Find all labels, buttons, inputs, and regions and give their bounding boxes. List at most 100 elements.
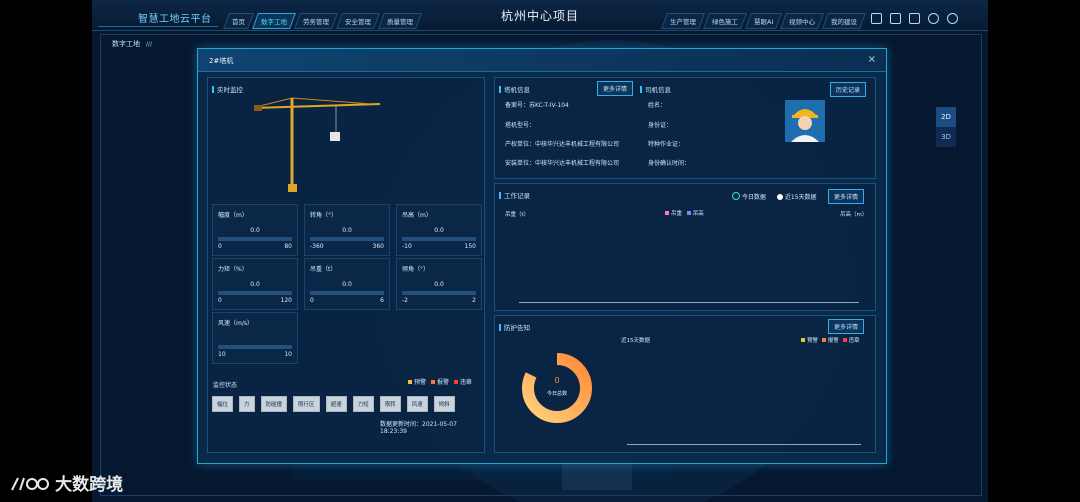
alert-legend: 预警 报警 违章 [801,336,860,344]
crane-record-no: 备案号：苏KC-T-IV-104 [505,100,569,109]
legend-warn-dot [801,338,805,342]
view-2d-button[interactable]: 2D [936,107,956,127]
donut-value: 0 [554,376,560,385]
gauge-min: -360 [310,243,324,250]
radio-15days[interactable]: 近15天数据 [777,192,817,201]
legend-violation-dot [842,338,847,342]
alert-subtitle: 近15天数据 [621,338,650,344]
nav-tab-mine[interactable]: 我的建设 [822,13,867,29]
gauge-max: 150 [464,243,476,250]
radio-today-indicator [732,192,740,200]
watermark: 大数跨境 [10,470,123,495]
view-3d-button[interactable]: 3D [936,127,956,147]
view-toggle: 2D 3D [936,107,956,147]
gauge-wind: 风速（m/s） 10 10 [212,312,298,364]
crane-owner: 产权单位：中核华兴达丰机械工程有限公司 [505,139,619,148]
driver-info-title: 司机信息 [640,84,671,94]
gauge-min: 10 [218,351,226,358]
alert-more-details-button[interactable]: 更多详情 [828,319,865,334]
gauge-max: 6 [380,297,384,304]
gauge-label: 力矩（%） [218,266,248,273]
radio-15days-label: 近15天数据 [784,194,817,201]
field-value: 中核华兴达丰机械工程有限公司 [535,160,620,167]
gauge-bar [218,291,292,295]
field-label: 备案号： [505,102,530,109]
legend-alarm-dot [430,380,435,384]
status-btn-moment[interactable]: 力短 [352,396,374,412]
legend-alarm-dot [821,338,826,342]
field-label: 塔机型号： [505,122,536,129]
monitor-icon[interactable] [871,13,882,24]
y-axis-right-label: 吊高（m） [840,212,868,218]
gauge-label: 幅度（m） [218,212,248,219]
nav-tab-ai[interactable]: 慧眼AI [745,13,783,29]
legend-violation-label: 违章 [848,338,860,344]
gauge-bar [310,291,384,295]
realtime-panel: 实时监控 幅度（m） 0.0 0 80 转角（°） 0.0 -360 360 吊… [207,77,485,453]
nav-right: 生产管理 绿色施工 慧眼AI 视频中心 我的建设 [661,13,867,29]
work-more-details-button[interactable]: 更多详情 [828,189,865,204]
nav-tab-video[interactable]: 视频中心 [780,13,825,29]
close-icon[interactable]: × [868,54,876,65]
sub-header-label: 数字工地 [112,40,140,48]
legend-alarm-label: 报警 [436,379,449,386]
status-btn-restricted-zone[interactable]: 限行区 [293,396,320,412]
radio-today[interactable]: 今日数据 [732,192,766,201]
update-time: 数据更新时间：2021-05-07 18:23:39 [380,419,484,435]
legend-violation-label: 违章 [459,379,472,386]
gauge-label: 倾角（°） [402,266,430,273]
monitor-status-title: 监控状态 [213,382,238,389]
modal-title: 2#塔机 [209,57,234,65]
status-btn-overspeed[interactable]: 超速 [325,396,347,412]
status-btn-tilt[interactable]: 倾斜 [433,396,455,412]
info-panel: 塔机信息 更多详情 备案号：苏KC-T-IV-104 塔机型号： 产权单位：中核… [494,77,876,179]
gauge-height: 吊高（m） 0.0 -10 150 [396,204,482,256]
tablet-icon[interactable] [890,13,901,24]
gauge-value: 0.0 [342,281,352,288]
alert-donut-chart [522,353,592,423]
gauge-bar [310,237,384,241]
gauge-value: 0.0 [434,227,444,234]
checklist-icon[interactable] [909,13,920,24]
driver-avatar [785,100,825,142]
gauge-value: 0.0 [250,281,260,288]
top-bar: 智慧工地云平台 首页 数字工地 劳务管理 安全管理 质量管理 杭州中心项目 生产… [92,0,988,31]
gauge-label: 吊重（t） [310,266,337,273]
crane-info-title: 塔机信息 [499,84,530,94]
legend-warn-dot [408,380,412,384]
legend-warn-label: 预警 [414,379,427,386]
gauge-moment: 力矩（%） 0.0 0 120 [212,258,298,310]
history-button[interactable]: 历史记录 [830,82,867,97]
tower-crane-modal: 2#塔机 × 实时监控 幅度（m） 0.0 0 80 转角（°） 0.0 -36… [197,48,887,464]
gauge-max: 10 [284,351,292,358]
alert-title: 防护告知 [499,322,530,332]
power-icon[interactable] [947,13,958,24]
realtime-title: 实时监控 [212,84,243,94]
work-record-panel: 工作记录 今日数据 近15天数据 更多详情 吊重（t） 吊高（m） 吊重 吊高 [494,183,876,311]
status-btn-position[interactable]: 幅位 [212,396,234,412]
gauge-value: 0.0 [250,227,260,234]
sub-header-slashes: /// [146,41,153,48]
gauge-label: 吊高（m） [402,212,432,219]
driver-name-label: 姓名： [648,102,667,109]
legend-alarm-label: 报警 [827,338,839,344]
gauge-max: 80 [284,243,292,250]
nav-tab-production[interactable]: 生产管理 [661,13,705,29]
watermark-text: 大数跨境 [55,475,124,495]
crane-more-details-button[interactable]: 更多详情 [597,81,634,96]
status-btn-force[interactable]: 力 [239,396,255,412]
gauge-min: 0 [218,243,222,250]
status-btn-rotation-limit[interactable]: 限转 [379,396,401,412]
driver-id-label: 身份证： [648,122,673,129]
status-btn-anticollision[interactable]: 防碰撞 [260,396,288,412]
gauge-value: 0.0 [434,281,444,288]
legend-violation-dot [453,380,458,384]
gauge-label: 转角（°） [310,212,338,219]
gear-icon[interactable] [928,13,939,24]
nav-tab-green[interactable]: 绿色施工 [703,13,747,29]
gauge-min: 0 [218,297,222,304]
legend-height-dot [686,211,691,215]
status-btn-wind[interactable]: 风速 [406,396,428,412]
toolbar-icons [871,13,958,24]
field-label: 安装单位： [505,160,536,167]
